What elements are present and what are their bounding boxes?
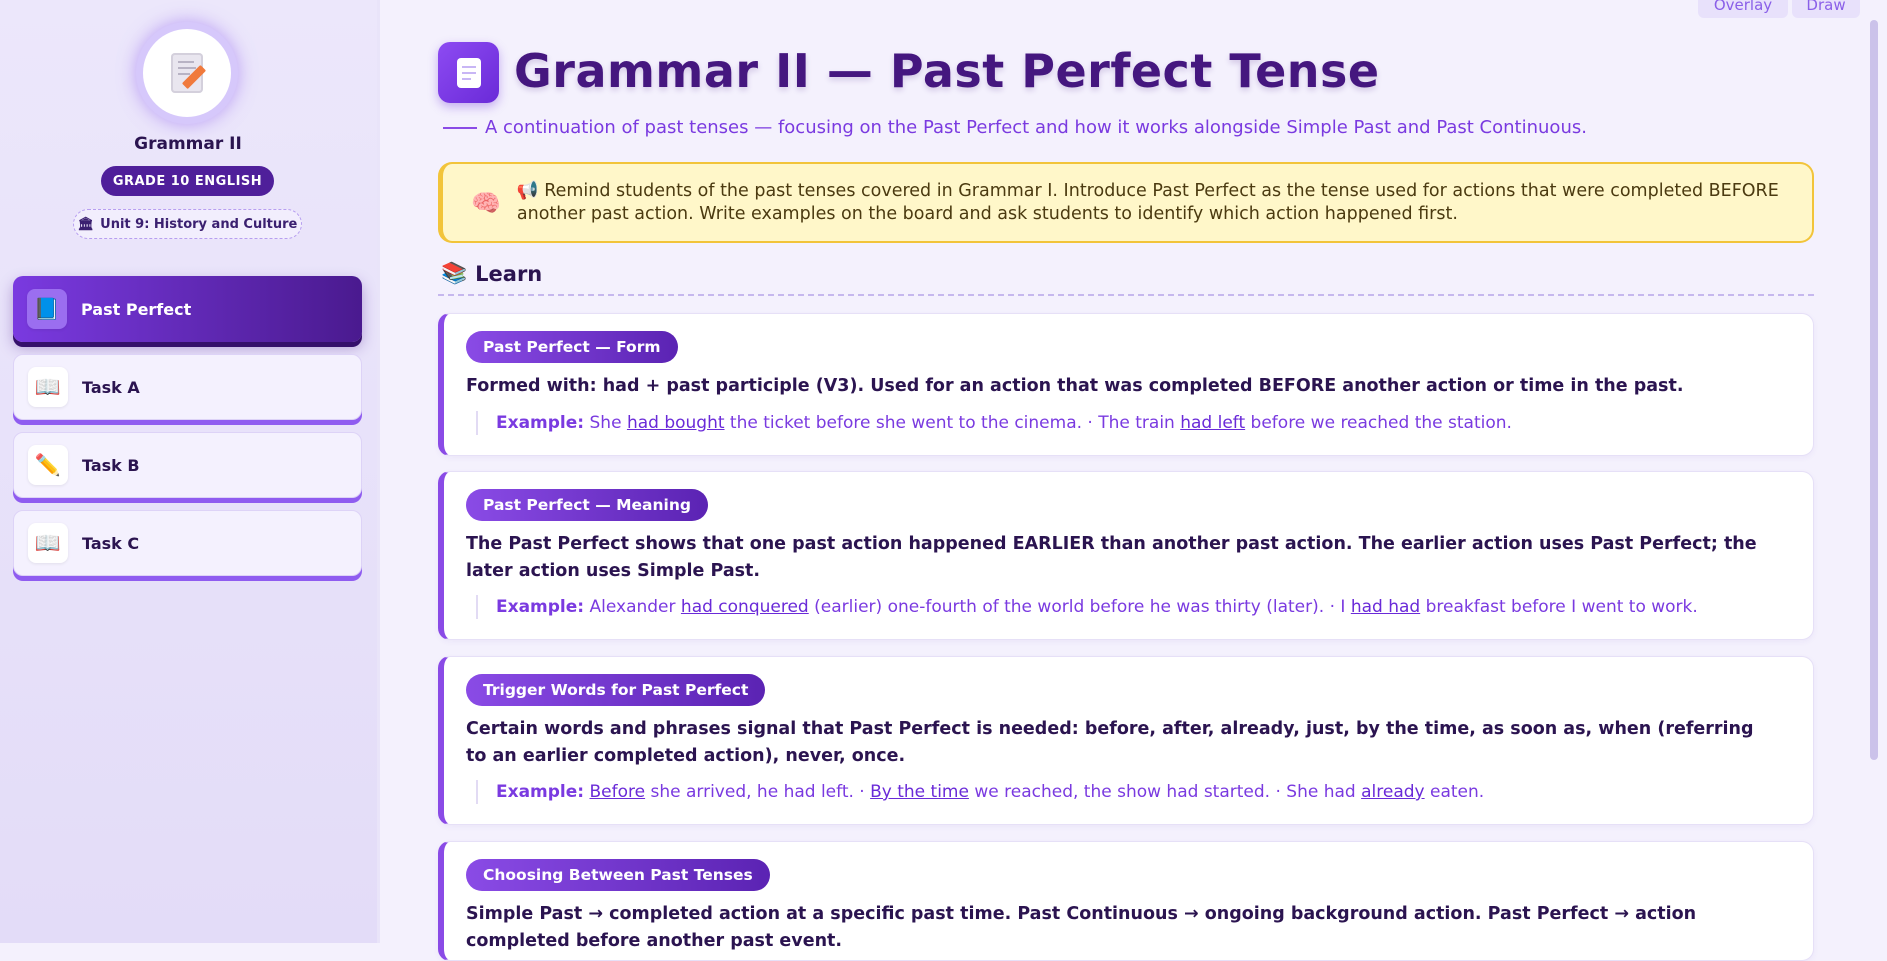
teacher-note: 🧠 📢 Remind students of the past tenses c…	[438, 162, 1814, 243]
sidebar: Grammar II GRADE 10 ENGLISH 🏛 Unit 9: Hi…	[0, 0, 380, 943]
example-label: Example:	[496, 413, 585, 433]
scrollbar[interactable]	[1870, 20, 1878, 760]
sidebar-item-label: Past Perfect	[81, 299, 192, 319]
trigger-word: Before	[589, 782, 646, 802]
sidebar-item-task-c[interactable]: 📖 Task C	[13, 510, 362, 576]
highlighted-verb: had left	[1180, 413, 1246, 433]
card-body: Formed with: had + past participle (V3).…	[466, 376, 1684, 396]
brain-icon: 🧠	[471, 188, 501, 217]
lesson-card: Past Perfect — Form Formed with: had + p…	[438, 313, 1814, 456]
sidebar-item-label: Task A	[82, 377, 140, 397]
blue-book-icon: 📘	[27, 289, 67, 329]
lesson-card: Trigger Words for Past Perfect Certain w…	[438, 656, 1814, 825]
unit-label: Unit 9: History and Culture	[100, 216, 298, 232]
building-icon: 🏛	[77, 216, 95, 232]
trigger-word: By the time	[870, 782, 969, 802]
lesson-card: Choosing Between Past Tenses Simple Past…	[438, 841, 1814, 961]
section-heading-label: Learn	[475, 261, 543, 286]
document-pencil-icon	[171, 53, 207, 93]
unit-badge: 🏛 Unit 9: History and Culture	[73, 209, 302, 239]
highlighted-verb: had conquered	[680, 597, 809, 617]
app-title: Grammar II	[134, 134, 242, 154]
books-icon: 📚	[441, 261, 468, 285]
page-subtitle: A continuation of past tenses — focusing…	[485, 117, 1587, 138]
sidebar-item-past-perfect[interactable]: 📘 Past Perfect	[13, 276, 362, 342]
card-example: Example: She had bought the ticket befor…	[476, 411, 1512, 435]
card-body: Simple Past → completed action at a spec…	[466, 904, 1697, 951]
notebook-icon	[438, 42, 499, 103]
lesson-card: Past Perfect — Meaning The Past Perfect …	[438, 471, 1814, 640]
sidebar-item-label: Task B	[82, 455, 140, 475]
section-heading-learn: 📚 Learn	[441, 261, 542, 286]
subtitle-divider	[443, 127, 477, 129]
card-body: The Past Perfect shows that one past act…	[466, 534, 1757, 581]
section-divider	[438, 294, 1814, 296]
pencil-icon: ✏️	[28, 445, 68, 485]
card-title: Past Perfect — Form	[466, 331, 678, 363]
teacher-note-text: 📢 Remind students of the past tenses cov…	[516, 180, 1779, 224]
card-title: Trigger Words for Past Perfect	[466, 674, 766, 706]
open-book-icon: 📖	[28, 367, 68, 407]
avatar	[136, 22, 238, 124]
draw-button[interactable]: Draw	[1792, 0, 1860, 18]
trigger-word: already	[1361, 782, 1425, 802]
grade-badge: GRADE 10 ENGLISH	[101, 166, 274, 196]
sidebar-item-label: Task C	[82, 533, 140, 553]
highlighted-verb: had bought	[626, 413, 725, 433]
sidebar-item-task-a[interactable]: 📖 Task A	[13, 354, 362, 420]
example-label: Example:	[496, 597, 585, 617]
page-title: Grammar II — Past Perfect Tense	[514, 44, 1380, 98]
card-title: Past Perfect — Meaning	[466, 489, 708, 521]
card-title: Choosing Between Past Tenses	[466, 859, 770, 891]
open-book-icon: 📖	[28, 523, 68, 563]
example-label: Example:	[496, 782, 585, 802]
card-body: Certain words and phrases signal that Pa…	[466, 719, 1754, 766]
sidebar-item-task-b[interactable]: ✏️ Task B	[13, 432, 362, 498]
card-example: Example: Alexander had conquered (earlie…	[476, 595, 1698, 619]
overlay-button[interactable]: Overlay	[1698, 0, 1788, 18]
highlighted-verb: had had	[1350, 597, 1421, 617]
card-example: Example: Before she arrived, he had left…	[476, 780, 1484, 804]
